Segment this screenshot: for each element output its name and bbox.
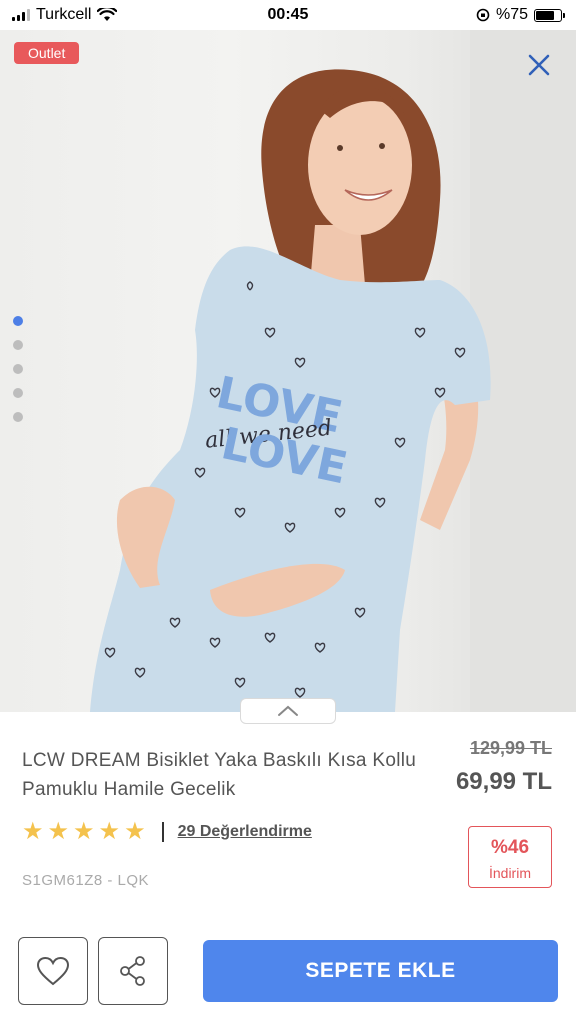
carousel-dot[interactable] — [13, 340, 23, 350]
star-icon: ★ — [124, 818, 146, 845]
carousel-dot[interactable] — [13, 364, 23, 374]
old-price: 129,99 TL — [469, 738, 552, 758]
status-right: %75 — [476, 6, 565, 24]
status-bar: Turkcell 00:45 %75 — [0, 0, 576, 30]
new-price: 69,99 TL — [455, 768, 552, 795]
star-icon: ★ — [98, 818, 121, 845]
discount-badge: %46 İndirim — [468, 826, 552, 888]
discount-percent: %46 — [490, 837, 530, 858]
product-photo: LOVE all we need LOVE — [90, 30, 576, 712]
reviews-link[interactable]: 29 Değerlendirme — [178, 823, 312, 841]
share-button[interactable] — [98, 937, 168, 1005]
carousel-indicator — [13, 316, 23, 422]
favorite-button[interactable] — [18, 937, 88, 1005]
outlet-badge: Outlet — [14, 42, 80, 64]
product-sku: S1GM61Z8 - LQK — [22, 872, 150, 889]
star-icon: ★ — [73, 818, 95, 845]
carousel-dot[interactable] — [13, 316, 23, 326]
carrier-label: Turkcell — [36, 6, 92, 23]
close-button[interactable] — [524, 50, 554, 80]
orientation-lock-icon — [476, 8, 490, 22]
signal-icon — [12, 9, 30, 21]
chevron-up-icon — [278, 705, 298, 716]
star-icon: ★ — [22, 818, 44, 845]
wifi-icon — [97, 8, 118, 21]
expand-handle[interactable] — [240, 698, 336, 724]
share-icon — [120, 956, 145, 986]
carousel-dot[interactable] — [13, 412, 23, 422]
heart-icon — [36, 956, 70, 986]
product-info-panel: LCW DREAM Bisiklet Yaka Baskılı Kısa Kol… — [0, 698, 576, 1024]
star-icon: ★ — [47, 818, 70, 845]
rating-row: ★ ★ ★ ★ ★ 29 Değerlendirme — [22, 820, 312, 844]
divider — [161, 822, 164, 842]
close-icon — [528, 54, 550, 76]
product-image-gallery[interactable]: LOVE all we need LOVE Outlet — [0, 30, 576, 712]
carousel-dot[interactable] — [13, 388, 23, 398]
battery-icon — [534, 8, 565, 22]
status-left: Turkcell — [12, 6, 118, 24]
battery-percent: %75 — [495, 6, 528, 23]
discount-label: İndirim — [488, 865, 531, 881]
add-to-cart-button[interactable]: SEPETE EKLE — [203, 940, 558, 1002]
product-title: LCW DREAM Bisiklet Yaka Baskılı Kısa Kol… — [22, 750, 417, 800]
